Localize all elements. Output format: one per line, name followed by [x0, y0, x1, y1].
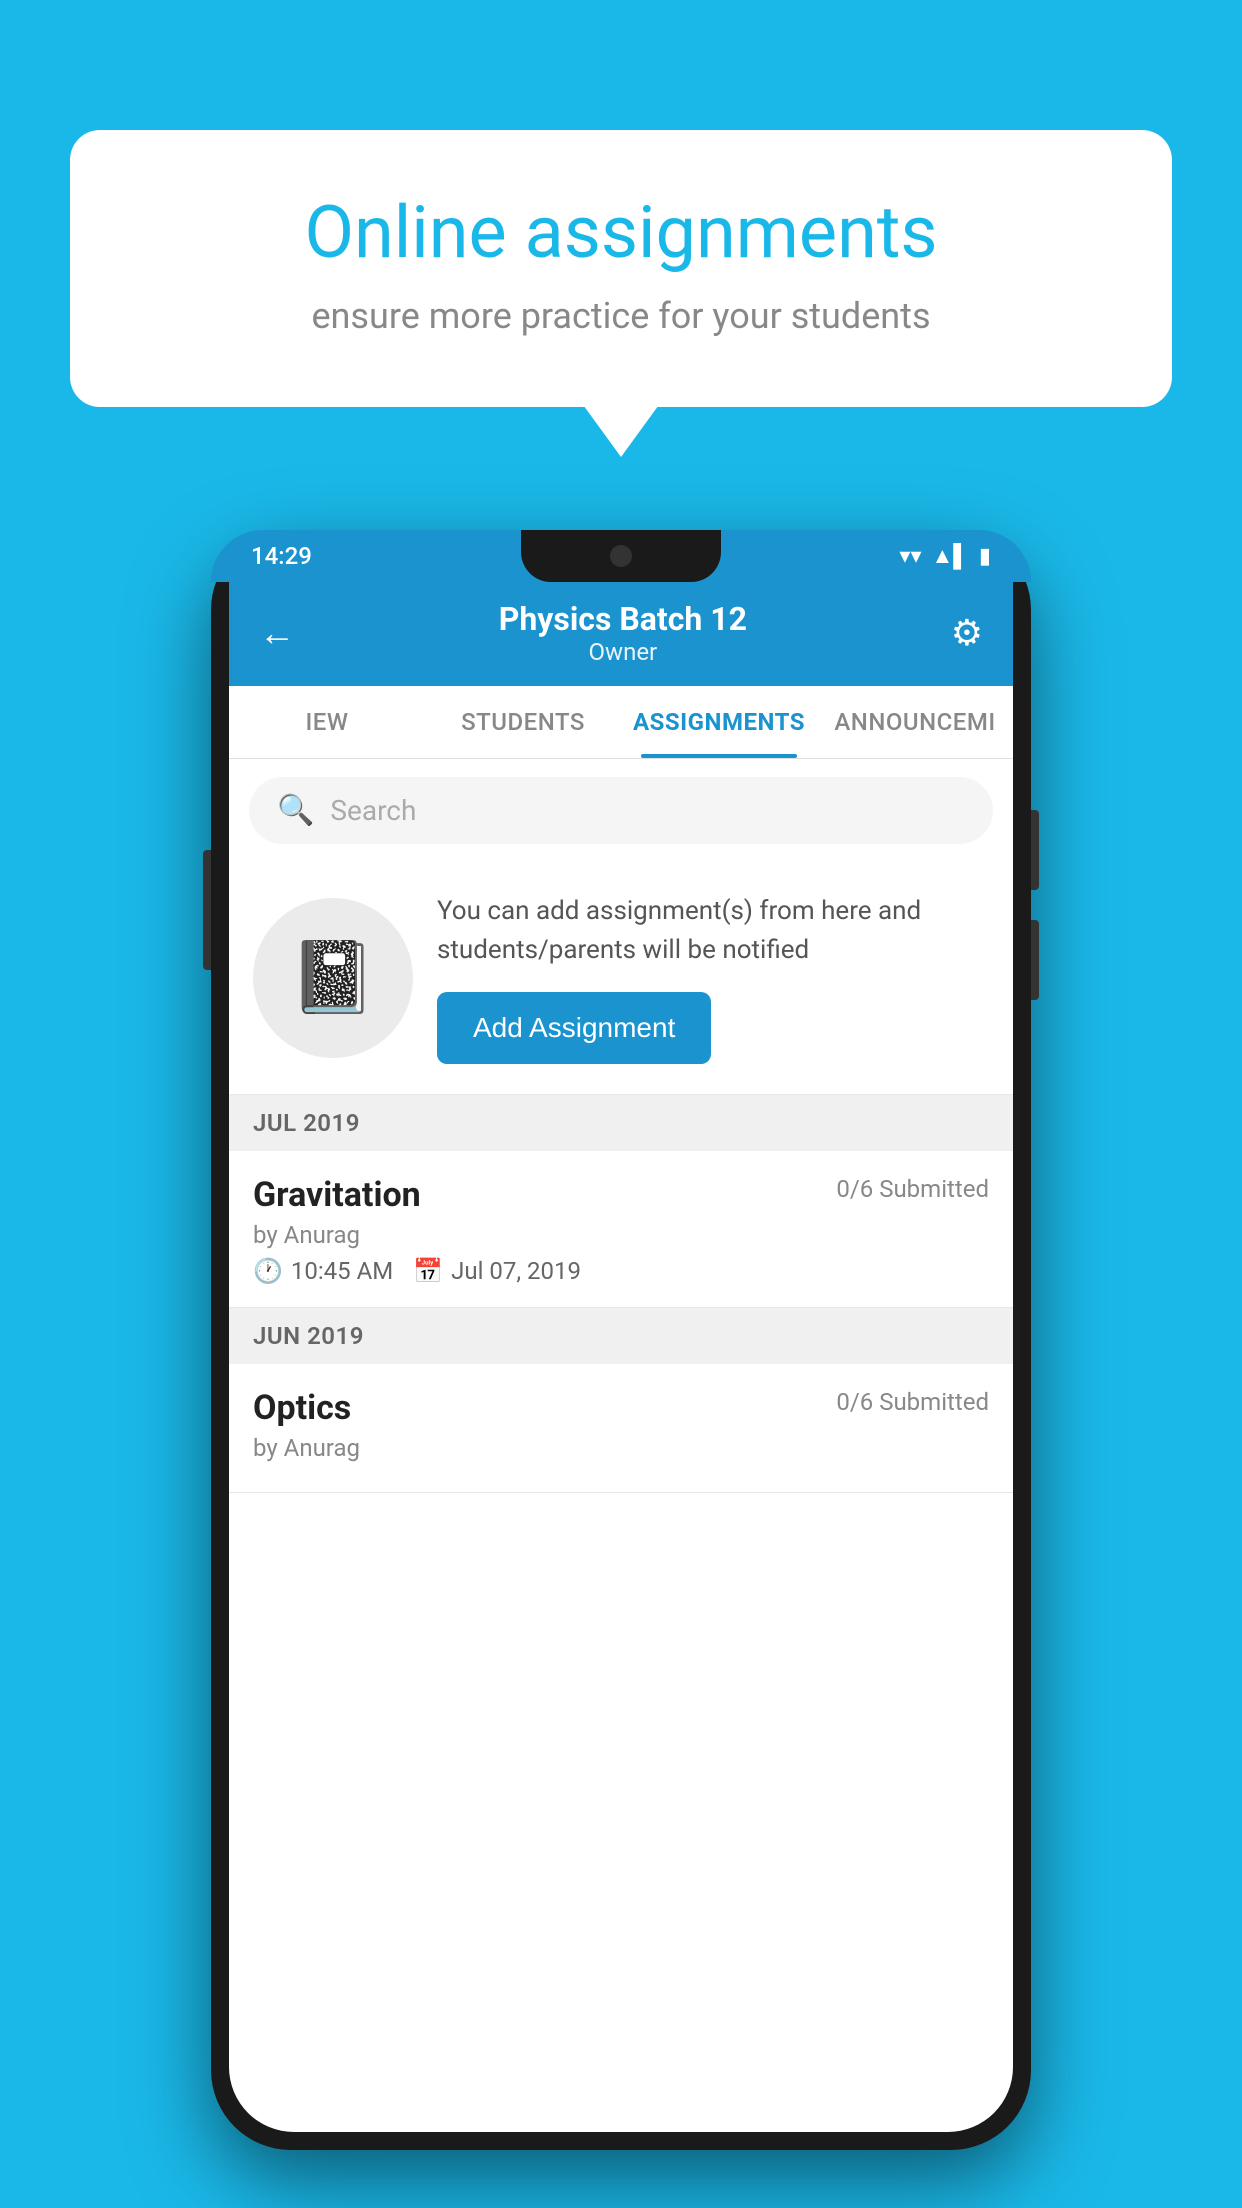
- status-time: 14:29: [251, 542, 312, 570]
- empty-icon-circle: 📓: [253, 898, 413, 1058]
- phone-outer: 14:29 ▾▾ ▲▌ ▮ ← Physics Batch 12 Owner ⚙: [211, 530, 1031, 2150]
- add-assignment-button[interactable]: Add Assignment: [437, 992, 711, 1064]
- assignment-submitted: 0/6 Submitted: [836, 1175, 989, 1203]
- search-icon: 🔍: [277, 793, 314, 828]
- app-header: ← Physics Batch 12 Owner ⚙: [229, 582, 1013, 686]
- vol-up-button[interactable]: [1031, 810, 1039, 890]
- meta-time: 🕐 10:45 AM: [253, 1257, 393, 1285]
- vol-down-button[interactable]: [1031, 920, 1039, 1000]
- tab-iew[interactable]: IEW: [229, 686, 425, 758]
- assignment-name-optics: Optics: [253, 1388, 351, 1428]
- header-title: Physics Batch 12: [499, 600, 747, 638]
- settings-icon[interactable]: ⚙: [951, 612, 983, 654]
- wifi-icon: ▾▾: [899, 544, 921, 569]
- empty-description: You can add assignment(s) from here and …: [437, 892, 989, 970]
- section-jul-2019: JUL 2019: [229, 1095, 1013, 1151]
- tab-announcements[interactable]: ANNOUNCEMI: [817, 686, 1013, 758]
- search-input[interactable]: Search: [330, 794, 416, 827]
- meta-time-value: 10:45 AM: [291, 1257, 393, 1285]
- assignment-by: by Anurag: [253, 1221, 989, 1249]
- clock-icon: 🕐: [253, 1257, 283, 1285]
- assignment-item-gravitation[interactable]: Gravitation 0/6 Submitted by Anurag 🕐 10…: [229, 1151, 1013, 1308]
- assignment-row1: Gravitation 0/6 Submitted: [253, 1175, 989, 1215]
- signal-icon: ▲▌: [932, 543, 969, 569]
- assignment-item-optics[interactable]: Optics 0/6 Submitted by Anurag: [229, 1364, 1013, 1493]
- header-subtitle: Owner: [499, 638, 747, 666]
- section-jun-2019: JUN 2019: [229, 1308, 1013, 1364]
- speech-bubble: Online assignments ensure more practice …: [70, 130, 1172, 407]
- phone-device: 14:29 ▾▾ ▲▌ ▮ ← Physics Batch 12 Owner ⚙: [211, 530, 1031, 2150]
- front-camera: [610, 545, 632, 567]
- status-icons: ▾▾ ▲▌ ▮: [899, 543, 991, 569]
- assignment-by-optics: by Anurag: [253, 1434, 989, 1462]
- meta-date: 📅 Jul 07, 2019: [413, 1257, 581, 1285]
- header-center: Physics Batch 12 Owner: [499, 600, 747, 666]
- bubble-title: Online assignments: [140, 190, 1102, 275]
- search-container: 🔍 Search: [229, 759, 1013, 862]
- power-button[interactable]: [203, 850, 211, 970]
- phone-notch: [521, 530, 721, 582]
- meta-date-value: Jul 07, 2019: [451, 1257, 581, 1285]
- phone-screen: ← Physics Batch 12 Owner ⚙ IEW STUDENTS …: [229, 582, 1013, 2132]
- notebook-icon: 📓: [289, 937, 376, 1019]
- empty-text-area: You can add assignment(s) from here and …: [437, 892, 989, 1064]
- battery-icon: ▮: [979, 544, 991, 569]
- tab-students[interactable]: STUDENTS: [425, 686, 621, 758]
- speech-bubble-container: Online assignments ensure more practice …: [70, 130, 1172, 407]
- assignment-name: Gravitation: [253, 1175, 421, 1215]
- search-box[interactable]: 🔍 Search: [249, 777, 993, 844]
- tab-assignments[interactable]: ASSIGNMENTS: [621, 686, 817, 758]
- back-button[interactable]: ←: [259, 612, 295, 654]
- assignment-meta: 🕐 10:45 AM 📅 Jul 07, 2019: [253, 1257, 989, 1285]
- assignment-row1-optics: Optics 0/6 Submitted: [253, 1388, 989, 1428]
- assignment-submitted-optics: 0/6 Submitted: [836, 1388, 989, 1416]
- calendar-icon: 📅: [413, 1257, 443, 1285]
- tabs-bar: IEW STUDENTS ASSIGNMENTS ANNOUNCEMI: [229, 686, 1013, 759]
- empty-state-card: 📓 You can add assignment(s) from here an…: [229, 862, 1013, 1095]
- bubble-subtitle: ensure more practice for your students: [140, 295, 1102, 337]
